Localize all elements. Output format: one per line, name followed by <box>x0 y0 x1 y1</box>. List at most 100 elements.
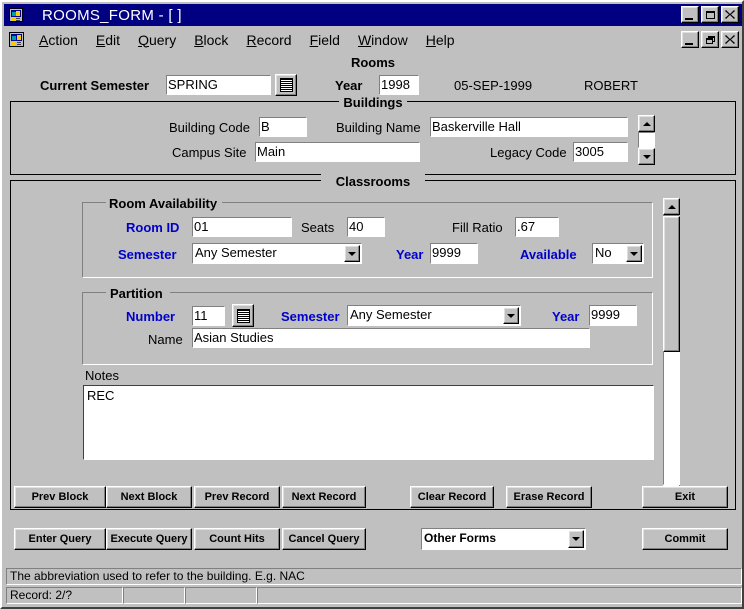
menu-item-record[interactable]: Record <box>237 31 300 49</box>
classrooms-scrollbar[interactable] <box>663 198 680 502</box>
room-semester-combo[interactable]: Any Semester <box>192 243 362 264</box>
forms-doc-icon[interactable] <box>8 31 26 49</box>
menu-item-query[interactable]: Query <box>129 31 185 49</box>
building-code-field[interactable]: B <box>259 117 307 137</box>
rooms-section-title: Rooms <box>350 55 396 70</box>
available-combo-value: No <box>595 245 612 260</box>
partition-title: Partition <box>110 286 163 301</box>
classrooms-section-title: Classrooms <box>335 174 411 189</box>
maximize-button[interactable] <box>701 6 719 23</box>
current-user-display: ROBERT <box>584 78 638 93</box>
legacy-code-field[interactable]: 3005 <box>573 142 628 162</box>
close-icon <box>725 35 735 44</box>
commit-button[interactable]: Commit <box>642 528 728 550</box>
title-bar: ROOMS_FORM - [ ] <box>4 4 742 26</box>
execute-query-button[interactable]: Execute Query <box>106 528 192 550</box>
buildings-scrollbar[interactable] <box>638 115 655 165</box>
building-name-field[interactable]: Baskerville Hall <box>430 117 628 137</box>
menu-item-field[interactable]: Field <box>301 31 349 49</box>
notes-label: Notes <box>85 368 119 383</box>
available-label: Available <box>520 247 577 262</box>
count-hits-button[interactable]: Count Hits <box>194 528 280 550</box>
buildings-frame <box>10 101 736 175</box>
mdi-close-button[interactable] <box>721 31 739 48</box>
prev-record-button[interactable]: Prev Record <box>194 486 280 508</box>
partition-semester-combo[interactable]: Any Semester <box>347 305 521 326</box>
status-cell-3 <box>185 587 257 604</box>
title-bar-window-controls <box>681 6 739 23</box>
partition-number-label: Number <box>126 309 176 324</box>
room-semester-combo-arrow[interactable] <box>344 245 360 262</box>
erase-record-button[interactable]: Erase Record <box>506 486 592 508</box>
current-semester-lov-button[interactable] <box>275 74 297 96</box>
partition-year-label: Year <box>552 309 580 324</box>
classrooms-scroll-up-button[interactable] <box>663 198 680 215</box>
rooms-year-field[interactable]: 1998 <box>379 75 419 95</box>
partition-number-lov-button[interactable] <box>232 304 254 327</box>
room-semester-label: Semester <box>118 247 177 262</box>
close-button[interactable] <box>721 6 739 23</box>
seats-field[interactable]: 40 <box>347 217 385 237</box>
minimize-button[interactable] <box>681 6 699 23</box>
legacy-code-label: Legacy Code <box>490 145 567 160</box>
scroll-up-arrow-icon <box>667 204 676 209</box>
chevron-down-icon <box>348 251 356 256</box>
other-forms-combo-value: Other Forms <box>424 531 497 545</box>
mdi-minimize-button[interactable] <box>681 31 699 48</box>
close-icon <box>725 10 735 19</box>
campus-site-label: Campus Site <box>172 145 247 160</box>
menu-item-edit[interactable]: Edit <box>87 31 129 49</box>
buildings-scroll-up-button[interactable] <box>638 115 655 132</box>
next-record-button[interactable]: Next Record <box>282 486 366 508</box>
window-title: ROOMS_FORM - [ ] <box>42 6 182 24</box>
buildings-section-title: Buildings <box>343 95 403 110</box>
room-semester-combo-value: Any Semester <box>195 245 277 260</box>
available-combo[interactable]: No <box>592 243 644 264</box>
other-forms-combo-arrow[interactable] <box>568 530 584 548</box>
partition-name-label: Name <box>148 332 183 347</box>
menu-item-block[interactable]: Block <box>185 31 237 49</box>
enter-query-button[interactable]: Enter Query <box>14 528 106 550</box>
exit-button[interactable]: Exit <box>642 486 728 508</box>
other-forms-combo[interactable]: Other Forms <box>421 528 586 550</box>
menu-item-help[interactable]: Help <box>417 31 464 49</box>
partition-name-field[interactable]: Asian Studies <box>192 328 590 348</box>
scroll-down-arrow-icon <box>642 154 651 159</box>
room-year-label: Year <box>396 247 424 262</box>
partition-number-field[interactable]: 11 <box>192 306 225 326</box>
next-block-button[interactable]: Next Block <box>106 486 192 508</box>
forms-app-icon <box>7 6 25 24</box>
status-bar: The abbreviation used to refer to the bu… <box>6 568 742 607</box>
menu-bar: Action Edit Query Block Record Field Win… <box>4 28 742 51</box>
notes-field[interactable]: REC <box>83 385 654 460</box>
menu-item-action[interactable]: Action <box>30 31 87 49</box>
room-availability-title: Room Availability <box>109 196 218 211</box>
status-cell-4 <box>257 587 742 604</box>
classrooms-scroll-thumb[interactable] <box>663 216 680 352</box>
partition-semester-combo-arrow[interactable] <box>503 307 519 324</box>
buildings-scroll-down-button[interactable] <box>638 148 655 165</box>
chevron-down-icon <box>572 537 580 541</box>
rooms-year-label: Year <box>335 78 363 93</box>
current-date-display: 05-SEP-1999 <box>454 78 533 93</box>
room-year-field[interactable]: 9999 <box>430 243 478 264</box>
partition-semester-label: Semester <box>281 309 340 324</box>
buildings-scroll-track[interactable] <box>638 132 655 148</box>
prev-block-button[interactable]: Prev Block <box>14 486 106 508</box>
mdi-restore-button[interactable] <box>701 31 719 48</box>
clear-record-button[interactable]: Clear Record <box>410 486 494 508</box>
cancel-query-button[interactable]: Cancel Query <box>282 528 366 550</box>
room-id-field[interactable]: 01 <box>192 217 292 237</box>
partition-semester-combo-value: Any Semester <box>350 307 432 322</box>
campus-site-field[interactable]: Main <box>255 142 420 162</box>
menu-item-window[interactable]: Window <box>349 31 417 49</box>
partition-year-field[interactable]: 9999 <box>589 305 637 326</box>
mdi-window-controls <box>681 31 739 48</box>
available-combo-arrow[interactable] <box>626 245 642 262</box>
fill-ratio-field[interactable]: .67 <box>515 217 559 237</box>
room-id-label: Room ID <box>126 220 180 235</box>
status-record-indicator: Record: 2/? <box>6 587 123 604</box>
current-semester-field[interactable]: SPRING <box>166 75 271 95</box>
building-name-label: Building Name <box>336 120 421 135</box>
chevron-down-icon <box>630 251 638 256</box>
